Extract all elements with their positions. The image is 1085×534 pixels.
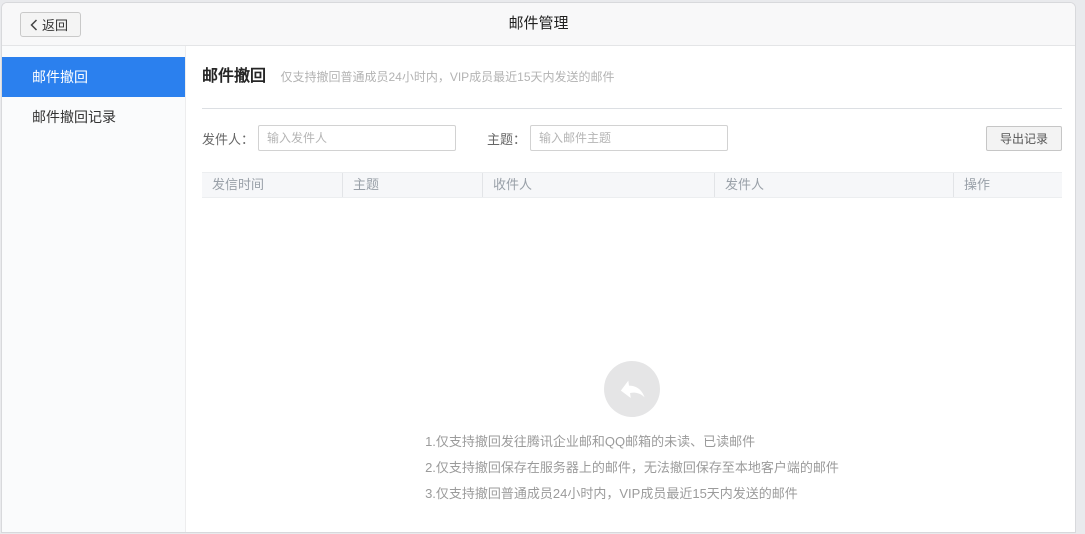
section-header: 邮件撤回 仅支持撤回普通成员24小时内，VIP成员最近15天内发送的邮件	[202, 66, 1062, 88]
subject-input[interactable]	[530, 125, 729, 152]
recall-tips: 1.仅支持撤回发往腾讯企业邮和QQ邮箱的未读、已读邮件 2.仅支持撤回保存在服务…	[425, 429, 839, 507]
recall-reply-icon	[604, 361, 660, 418]
section-title: 邮件撤回	[202, 68, 267, 85]
app-body: 邮件撤回 邮件撤回记录 邮件撤回 仅支持撤回普通成员24小时内，VIP成员最近1…	[2, 46, 1075, 532]
sidebar-item-mail-recall[interactable]: 邮件撤回	[2, 57, 185, 97]
tip-line: 1.仅支持撤回发往腾讯企业邮和QQ邮箱的未读、已读邮件	[425, 434, 756, 450]
export-records-button[interactable]: 导出记录	[985, 125, 1062, 151]
topbar: 返回 邮件管理	[2, 3, 1075, 46]
section-subtitle: 仅支持撤回普通成员24小时内，VIP成员最近15天内发送的邮件	[280, 70, 615, 84]
subject-label: 主题：	[487, 131, 527, 147]
tip-line: 3.仅支持撤回普通成员24小时内，VIP成员最近15天内发送的邮件	[425, 486, 798, 502]
sidebar-item-mail-recall-records[interactable]: 邮件撤回记录	[2, 97, 185, 137]
column-header-recipient: 收件人	[482, 173, 714, 198]
empty-state: 1.仅支持撤回发往腾讯企业邮和QQ邮箱的未读、已读邮件 2.仅支持撤回保存在服务…	[202, 361, 1062, 507]
sidebar-item-label: 邮件撤回记录	[32, 109, 116, 125]
main-content: 邮件撤回 仅支持撤回普通成员24小时内，VIP成员最近15天内发送的邮件 发件人…	[186, 46, 1075, 532]
page-title: 邮件管理	[508, 15, 569, 32]
column-header-action: 操作	[953, 173, 1062, 198]
sidebar-item-label: 邮件撤回	[32, 69, 88, 85]
sidebar: 邮件撤回 邮件撤回记录	[2, 46, 186, 532]
column-header-sender: 发件人	[714, 173, 953, 198]
tip-line: 2.仅支持撤回保存在服务器上的邮件，无法撤回保存至本地客户端的邮件	[425, 460, 839, 476]
table-header: 发信时间 主题 收件人 发件人 操作	[202, 172, 1062, 199]
filter-row: 发件人： 主题： 导出记录	[202, 125, 1062, 152]
sender-label: 发件人：	[202, 131, 255, 147]
column-header-subject: 主题	[342, 173, 482, 198]
sender-input[interactable]	[258, 125, 457, 152]
column-header-send-time: 发信时间	[212, 177, 265, 193]
section-divider	[202, 108, 1062, 110]
mail-management-window: 返回 邮件管理 邮件撤回 邮件撤回记录 邮件撤回 仅支持撤回普通成员24小时内，…	[2, 3, 1075, 532]
